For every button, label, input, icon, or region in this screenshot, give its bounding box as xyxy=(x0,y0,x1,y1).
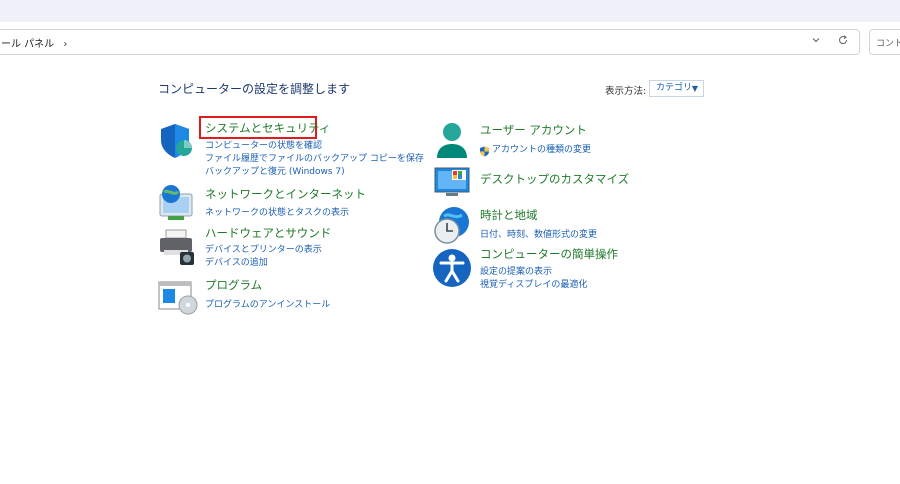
link-check-computer-status[interactable]: コンピューターの状態を確認 xyxy=(205,138,322,151)
category-title-hardware-sound[interactable]: ハードウェアとサウンド xyxy=(205,225,331,241)
link-add-device[interactable]: デバイスの追加 xyxy=(205,255,268,268)
user-icon[interactable] xyxy=(434,122,470,166)
breadcrumb-control-panel[interactable]: ール パネル xyxy=(1,39,54,50)
monitor-icon[interactable] xyxy=(434,166,472,204)
category-title-user-accounts[interactable]: ユーザー アカウント xyxy=(480,122,587,138)
uac-shield-icon xyxy=(479,142,490,161)
link-devices-printers[interactable]: デバイスとプリンターの表示 xyxy=(205,242,322,255)
link-date-time-format[interactable]: 日付、時刻、数値形式の変更 xyxy=(480,227,597,240)
link-optimize-visual-display[interactable]: 視覚ディスプレイの最適化 xyxy=(480,277,587,290)
refresh-icon[interactable] xyxy=(837,34,849,49)
clock-globe-icon[interactable] xyxy=(432,206,472,250)
address-bar[interactable]: ール パネル › xyxy=(0,29,860,55)
page-title: コンピューターの設定を調整します xyxy=(158,82,351,96)
view-by-dropdown[interactable]: カテゴリ ▼ xyxy=(649,80,704,97)
programs-icon[interactable] xyxy=(158,279,198,319)
accessibility-icon[interactable] xyxy=(432,248,472,292)
category-title-desktop-customization[interactable]: デスクトップのカスタマイズ xyxy=(480,171,629,187)
view-by-value: カテゴリ xyxy=(656,83,693,93)
search-input[interactable]: コントロ xyxy=(869,29,900,55)
category-title-ease-of-access[interactable]: コンピューターの簡単操作 xyxy=(480,246,618,262)
category-title-system-security[interactable]: システムとセキュリティ xyxy=(205,120,330,136)
link-change-account-type[interactable]: アカウントの種類の変更 xyxy=(492,142,591,155)
shield-icon[interactable] xyxy=(158,122,196,164)
search-placeholder: コントロ xyxy=(876,39,900,49)
network-icon[interactable] xyxy=(158,184,196,226)
breadcrumb-chevron-icon[interactable]: › xyxy=(63,39,67,50)
link-uninstall-program[interactable]: プログラムのアンインストール xyxy=(205,297,330,310)
link-suggested-settings[interactable]: 設定の提案の表示 xyxy=(480,264,552,277)
view-by-label: 表示方法: xyxy=(605,86,647,97)
category-title-programs[interactable]: プログラム xyxy=(205,277,262,293)
breadcrumb[interactable]: ール パネル › xyxy=(1,35,67,50)
chevron-down-icon[interactable] xyxy=(811,35,821,48)
category-title-network[interactable]: ネットワークとインターネット xyxy=(205,186,366,202)
category-title-clock-region[interactable]: 時計と地域 xyxy=(480,207,538,223)
printer-icon[interactable] xyxy=(158,228,198,270)
window-top-strip xyxy=(0,0,900,22)
caret-down-icon: ▼ xyxy=(691,84,698,93)
link-network-status[interactable]: ネットワークの状態とタスクの表示 xyxy=(205,205,349,218)
link-file-history-backup[interactable]: ファイル履歴でファイルのバックアップ コピーを保存 xyxy=(205,151,424,164)
link-backup-restore[interactable]: バックアップと復元 (Windows 7) xyxy=(205,164,345,177)
